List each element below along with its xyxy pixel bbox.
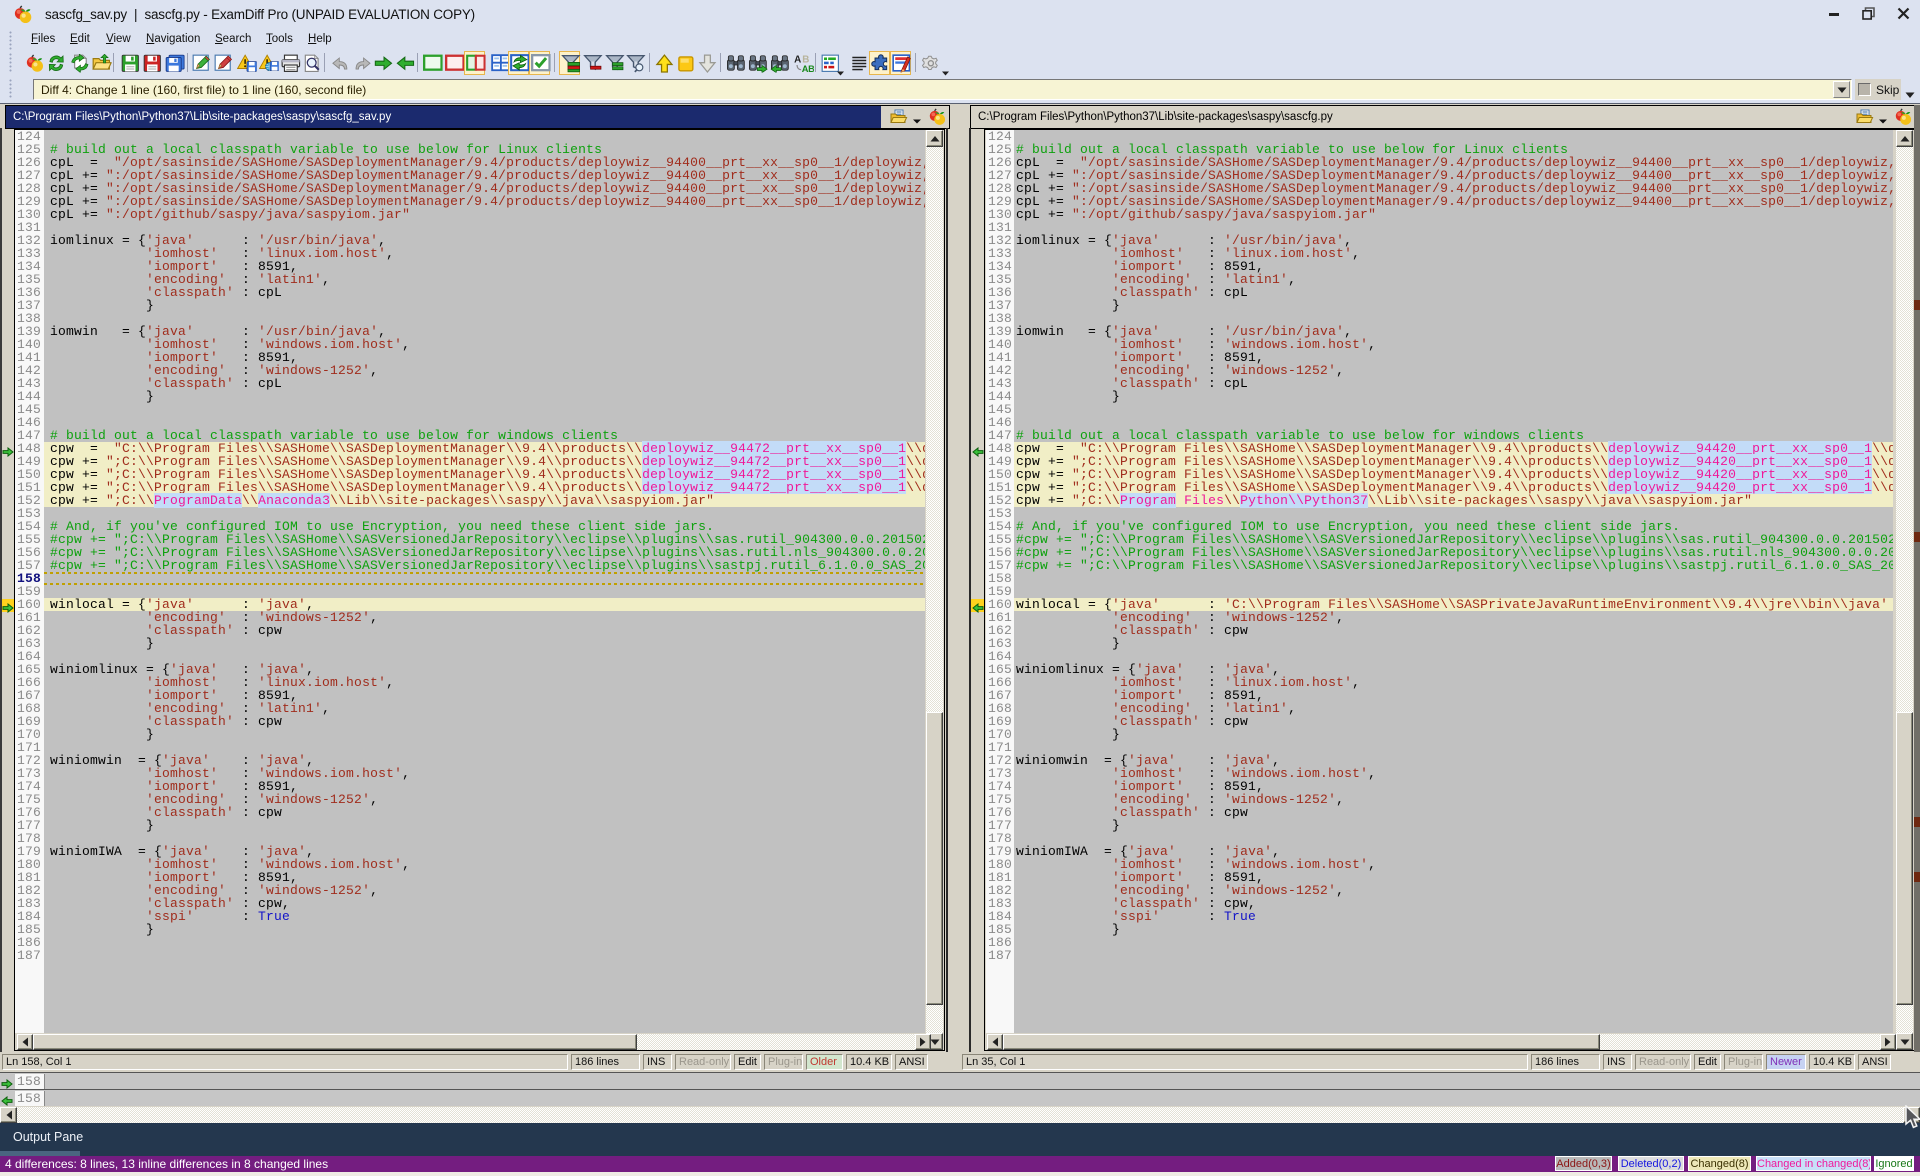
svg-text:B: B xyxy=(808,64,814,73)
svg-text:A: A xyxy=(794,55,801,66)
